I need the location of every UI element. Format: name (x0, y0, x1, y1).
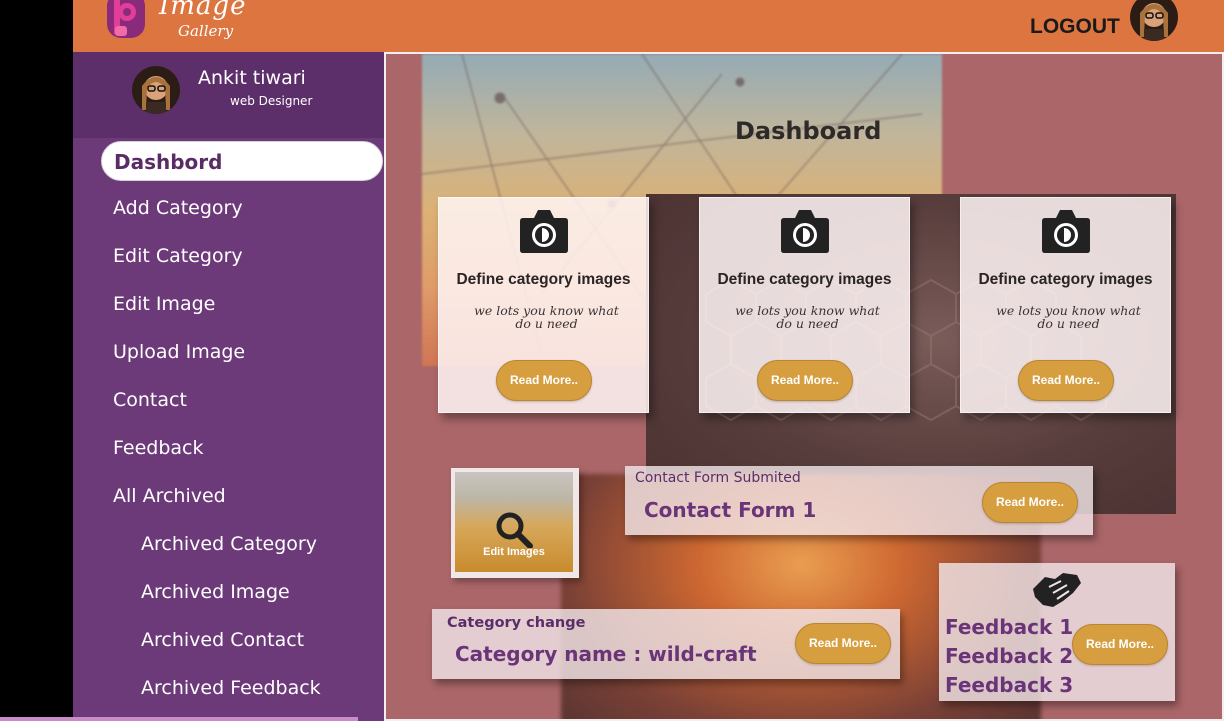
category-card: Define category images we lots you know … (438, 197, 649, 413)
profile-panel: Ankit tiwari web Designer (73, 52, 384, 138)
bottom-scrollbar[interactable] (0, 717, 358, 721)
feedback-item: Feedback 2 (945, 644, 1074, 668)
feedback-panel: Feedback 1 Feedback 2 Feedback 3 Read Mo… (939, 563, 1175, 701)
sidebar-item-archived-image[interactable]: Archived Image (141, 581, 290, 603)
header-avatar[interactable] (1130, 0, 1178, 41)
card-text: we lots you know what do u need (474, 303, 619, 331)
sidebar-item-archived-category[interactable]: Archived Category (141, 533, 317, 555)
image-gallery-logo-icon[interactable] (105, 0, 147, 42)
card-text: we lots you know what do u need (996, 303, 1141, 331)
sidebar-item-archived-contact[interactable]: Archived Contact (141, 629, 304, 651)
card-title: Define category images (717, 271, 892, 288)
sidebar: Ankit tiwari web Designer Dashbord Add C… (73, 52, 384, 721)
category-card: Define category images we lots you know … (960, 197, 1171, 413)
sidebar-item-label: Dashbord (114, 150, 223, 174)
search-icon (496, 512, 533, 548)
read-more-button[interactable]: Read More.. (1072, 624, 1168, 665)
read-more-button[interactable]: Read More.. (795, 623, 891, 664)
read-more-button[interactable]: Read More.. (982, 482, 1078, 523)
camera-icon (520, 210, 568, 253)
sidebar-item-feedback[interactable]: Feedback (113, 437, 203, 459)
sidebar-item-archived-feedback[interactable]: Archived Feedback (141, 677, 321, 699)
sidebar-item-upload-image[interactable]: Upload Image (113, 341, 245, 363)
category-change-panel: Category change Category name : wild-cra… (432, 609, 900, 679)
read-more-button[interactable]: Read More.. (496, 360, 592, 401)
avatar[interactable] (132, 66, 180, 114)
handshake-icon (1033, 573, 1081, 607)
sidebar-item-contact[interactable]: Contact (113, 389, 187, 411)
profile-name: Ankit tiwari (198, 67, 306, 89)
card-title: Define category images (978, 271, 1153, 288)
top-header: Image Gallery LOGOUT (73, 0, 1224, 52)
edit-images-label: Edit Images (483, 546, 545, 558)
camera-icon (781, 210, 829, 253)
edit-images-tile[interactable]: Edit Images (451, 468, 579, 578)
category-card: Define category images we lots you know … (699, 197, 910, 413)
main-content: Dashboard Define category images we lots… (384, 52, 1224, 721)
card-text: we lots you know what do u need (735, 303, 880, 331)
edit-images-thumbnail: Edit Images (455, 472, 573, 572)
camera-icon (1042, 210, 1090, 253)
feedback-item: Feedback 3 (945, 673, 1074, 697)
contact-panel: Contact Form Submited Contact Form 1 Rea… (625, 466, 1093, 535)
category-change-label: Category change (447, 615, 586, 631)
logout-button[interactable]: LOGOUT (1030, 15, 1120, 39)
card-title: Define category images (456, 271, 631, 288)
sidebar-item-dashboard[interactable]: Dashbord (101, 141, 383, 181)
contact-panel-label: Contact Form Submited (635, 470, 801, 486)
sidebar-item-edit-image[interactable]: Edit Image (113, 293, 215, 315)
feedback-item: Feedback 1 (945, 615, 1074, 639)
sidebar-item-all-archived[interactable]: All Archived (113, 485, 226, 507)
sidebar-item-add-category[interactable]: Add Category (113, 197, 243, 219)
sidebar-item-edit-category[interactable]: Edit Category (113, 245, 243, 267)
logo-title: Image (159, 0, 247, 21)
profile-role: web Designer (230, 94, 313, 108)
read-more-button[interactable]: Read More.. (1018, 360, 1114, 401)
read-more-button[interactable]: Read More.. (757, 360, 853, 401)
contact-panel-value: Contact Form 1 (644, 498, 817, 522)
page-title: Dashboard (735, 117, 882, 145)
logo-subtitle: Gallery (178, 22, 234, 40)
category-name-value: Category name : wild-craft (455, 642, 757, 666)
